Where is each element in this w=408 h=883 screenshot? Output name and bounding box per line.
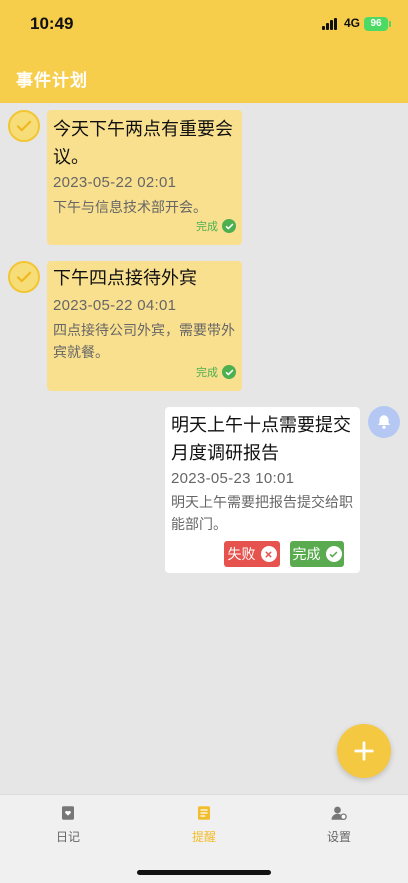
check-circle-icon <box>222 219 236 233</box>
diary-icon <box>58 803 78 823</box>
plus-icon <box>354 741 374 761</box>
event-desc: 明天上午需要把报告提交给职能部门。 <box>171 494 353 532</box>
status-label: 完成 <box>196 367 218 379</box>
add-event-button[interactable] <box>337 724 391 778</box>
close-circle-icon <box>260 546 277 562</box>
header-bar: 10:49 4G 96 事件计划 <box>0 0 408 103</box>
event-card[interactable]: 明天上午十点需要提交月度调研报告 2023-05-23 10:01 明天上午需要… <box>165 407 360 573</box>
reminder-icon <box>194 803 214 823</box>
home-indicator <box>137 870 271 875</box>
battery-icon: 96 <box>364 17 391 31</box>
status-badge: 完成 <box>196 364 236 380</box>
complete-label: 完成 <box>292 546 321 562</box>
event-date: 2023-05-23 10:01 <box>171 470 295 487</box>
event-desc: 下午与信息技术部开会。 <box>53 199 207 215</box>
battery-level: 96 <box>370 18 382 29</box>
tab-reminder[interactable]: 提醒 <box>164 803 244 845</box>
tab-label: 设置 <box>326 830 351 844</box>
event-card[interactable]: 今天下午两点有重要会议。 2023-05-22 02:01 下午与信息技术部开会… <box>47 110 242 245</box>
settings-user-icon <box>329 803 349 823</box>
event-title: 下午四点接待外宾 <box>53 268 197 288</box>
page-title: 事件计划 <box>16 71 88 90</box>
event-desc: 四点接待公司外宾，需要带外宾就餐。 <box>53 322 235 360</box>
check-circle-icon <box>325 546 342 562</box>
bell-icon[interactable] <box>368 406 400 438</box>
event-2-check-icon[interactable] <box>8 261 40 293</box>
status-label: 完成 <box>196 221 218 233</box>
tab-settings[interactable]: 设置 <box>299 803 379 845</box>
check-circle-icon <box>222 365 236 379</box>
event-date: 2023-05-22 04:01 <box>53 297 177 314</box>
complete-button[interactable]: 完成 <box>290 541 344 567</box>
tab-label: 日记 <box>55 830 80 844</box>
network-type: 4G <box>344 16 361 30</box>
tab-label: 提醒 <box>191 830 216 844</box>
event-title: 今天下午两点有重要会议。 <box>53 119 233 167</box>
event-card[interactable]: 下午四点接待外宾 2023-05-22 04:01 四点接待公司外宾，需要带外宾… <box>47 261 242 391</box>
event-title: 明天上午十点需要提交月度调研报告 <box>171 415 351 463</box>
fail-label: 失败 <box>227 546 256 562</box>
event-date: 2023-05-22 02:01 <box>53 174 177 191</box>
tab-diary[interactable]: 日记 <box>28 803 108 845</box>
event-1-check-icon[interactable] <box>8 110 40 142</box>
signal-icon <box>322 18 339 30</box>
status-time: 10:49 <box>30 14 74 33</box>
fail-button[interactable]: 失败 <box>224 541 280 567</box>
status-badge: 完成 <box>196 218 236 234</box>
